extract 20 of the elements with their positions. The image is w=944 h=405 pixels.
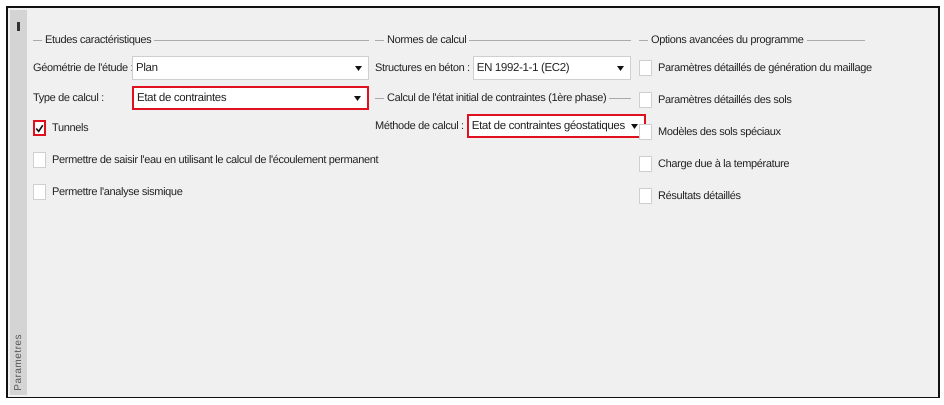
checkbox-label: Permettre l'analyse sismique <box>52 186 182 198</box>
checkbox-label: Tunnels <box>52 122 88 134</box>
field-label: Structures en béton : <box>375 62 470 74</box>
dropdown[interactable]: EN 1992-1-1 (EC2) <box>472 56 631 80</box>
field-label: Type de calcul : <box>33 92 105 104</box>
checkbox-label: Modèles des sols spéciaux <box>658 126 781 138</box>
checkbox-label: Résultats détaillés <box>658 190 741 202</box>
group-legend: Etudes caractéristiques <box>45 34 152 46</box>
group-legend: Normes de calcul <box>387 34 466 46</box>
checkbox-label: Paramètres détaillés des sols <box>658 94 792 106</box>
side-tab[interactable]: Parametres <box>10 10 27 395</box>
dropdown[interactable]: Etat de contraintes <box>132 86 369 110</box>
checkbox-label: Permettre de saisir l'eau en utilisant le calcul de l'écoulement permanent <box>52 154 378 166</box>
checkbox-label: Paramètres détaillés de génération du maillage <box>658 62 872 74</box>
dropdown[interactable]: Plan <box>132 56 369 80</box>
field-label: Méthode de calcul : <box>375 120 464 132</box>
group-legend: Options avancées du programme <box>651 34 804 46</box>
dropdown[interactable]: Etat de contraintes géostatiques <box>466 114 646 138</box>
group-legend: Calcul de l'état initial de contraintes (1ère phase) <box>387 92 606 104</box>
checkbox-label: Charge due à la température <box>658 158 790 170</box>
